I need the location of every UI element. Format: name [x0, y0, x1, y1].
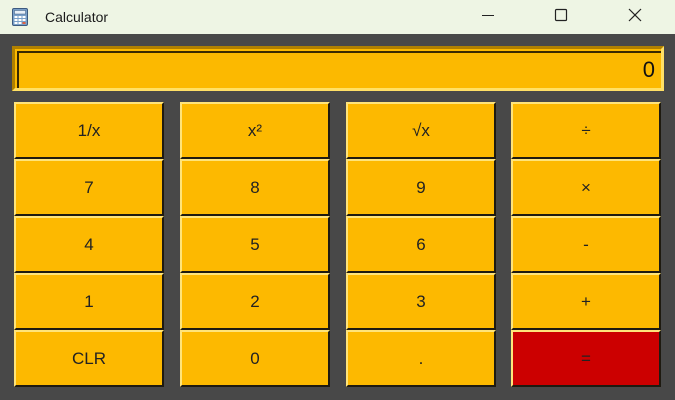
calculator-icon: [12, 8, 28, 26]
square-label: x²: [247, 120, 263, 140]
multiply-label: ×: [581, 177, 591, 197]
subtract-label: -: [583, 234, 589, 254]
digit-5-button[interactable]: 5: [180, 216, 330, 273]
add-label: +: [581, 291, 591, 311]
divide-label: ÷: [581, 120, 591, 140]
close-button[interactable]: [612, 0, 658, 34]
digit-3-label: 3: [416, 291, 426, 311]
divide-button[interactable]: ÷: [511, 102, 661, 159]
digit-8-label: 8: [250, 177, 260, 197]
digit-2-button[interactable]: 2: [180, 273, 330, 330]
display-value: 0: [642, 57, 655, 82]
digit-6-label: 6: [416, 234, 426, 254]
minimize-icon: [481, 8, 495, 27]
digit-1-label: 1: [84, 291, 94, 311]
digit-9-button[interactable]: 9: [346, 159, 496, 216]
digit-8-button[interactable]: 8: [180, 159, 330, 216]
equals-button[interactable]: =: [511, 330, 661, 387]
digit-5-label: 5: [250, 234, 260, 254]
minimize-button[interactable]: [465, 0, 511, 34]
digit-4-button[interactable]: 4: [14, 216, 164, 273]
close-icon: [628, 8, 642, 27]
digit-6-button[interactable]: 6: [346, 216, 496, 273]
equals-label: =: [581, 348, 591, 368]
multiply-button[interactable]: ×: [511, 159, 661, 216]
calculator-window: Calculator 0 1/x x² √x ÷ 7 8 9 × 4 5 6 -: [0, 0, 675, 400]
result-display: 0: [12, 46, 664, 91]
square-button[interactable]: x²: [180, 102, 330, 159]
clear-label: CLR: [71, 348, 106, 368]
title-bar[interactable]: Calculator: [0, 0, 675, 34]
digit-9-label: 9: [416, 177, 426, 197]
digit-4-label: 4: [84, 234, 94, 254]
digit-7-label: 7: [84, 177, 94, 197]
display-inset: [17, 51, 661, 88]
maximize-icon: [554, 8, 568, 27]
sqrt-label: √x: [412, 120, 430, 140]
window-title: Calculator: [45, 9, 109, 25]
add-button[interactable]: +: [511, 273, 661, 330]
decimal-label: .: [418, 348, 424, 368]
digit-0-button[interactable]: 0: [180, 330, 330, 387]
digit-2-label: 2: [250, 291, 260, 311]
digit-7-button[interactable]: 7: [14, 159, 164, 216]
sqrt-button[interactable]: √x: [346, 102, 496, 159]
reciprocal-button[interactable]: 1/x: [14, 102, 164, 159]
reciprocal-label: 1/x: [77, 120, 101, 140]
decimal-button[interactable]: .: [346, 330, 496, 387]
digit-1-button[interactable]: 1: [14, 273, 164, 330]
digit-0-label: 0: [250, 348, 260, 368]
subtract-button[interactable]: -: [511, 216, 661, 273]
clear-button[interactable]: CLR: [14, 330, 164, 387]
digit-3-button[interactable]: 3: [346, 273, 496, 330]
maximize-button[interactable]: [538, 0, 584, 34]
